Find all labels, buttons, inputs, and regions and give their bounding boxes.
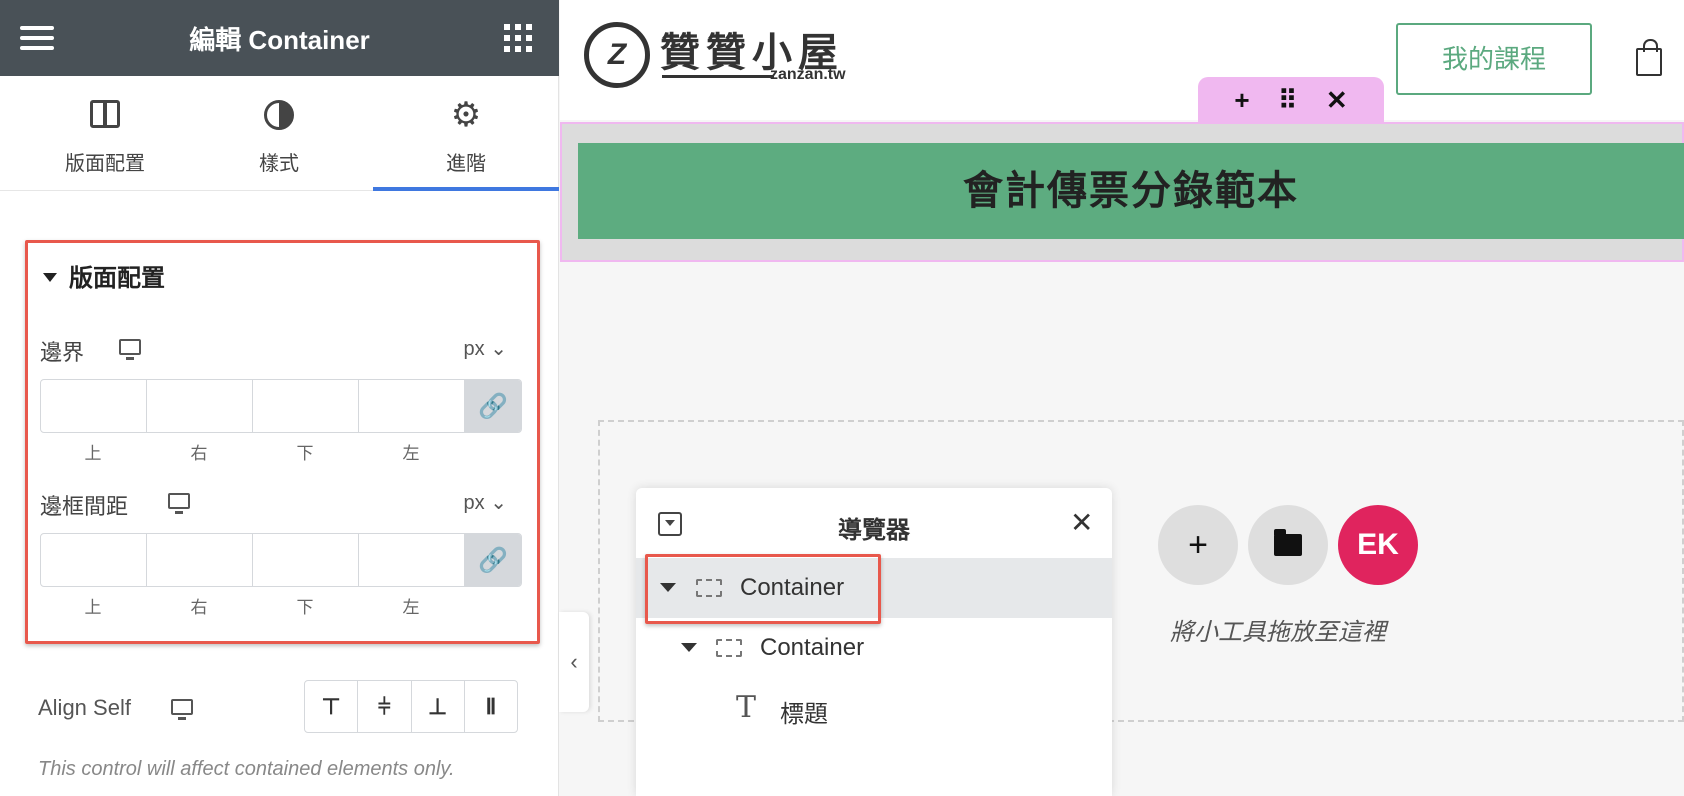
side-label: 上 [84,444,102,463]
collapse-panel-button[interactable]: ‹ [559,612,589,712]
panel-title: 編輯 Container [189,25,370,55]
container-icon [716,639,742,657]
margin-bottom-input[interactable] [253,380,359,432]
navigator-title: 導覽器 [838,517,910,544]
align-self-options: ⊤ ⫩ ⊥ Ⅱ [304,680,518,733]
navigator-item-label: 標題 [780,701,828,728]
padding-right-input[interactable] [147,534,253,586]
align-start-icon[interactable]: ⊤ [305,681,359,732]
unit-value: px [463,338,485,360]
logo-icon: Z [584,22,650,88]
template-library-button[interactable] [1248,505,1328,585]
unit-value: px [463,492,485,514]
close-icon[interactable]: ✕ [1326,85,1348,116]
margin-unit-select[interactable]: px ⌄ [464,336,507,361]
caret-down-icon[interactable] [681,643,697,652]
chevron-left-icon: ‹ [570,649,578,674]
section-toggle[interactable]: 版面配置 [43,258,165,293]
drop-zone-text: 將小工具拖放至這裡 [1170,619,1386,646]
align-stretch-icon[interactable]: Ⅱ [465,681,517,732]
navigator-panel: 導覽器 ✕ Container Container T 標題 [636,488,1112,796]
padding-side-labels: 上 右 下 左 [40,593,464,618]
link-values-icon[interactable]: 🔗 [465,534,521,586]
link-values-icon[interactable]: 🔗 [465,380,521,432]
drag-icon[interactable]: ⠿ [1278,85,1297,116]
site-logo-sub: zanzan.tw [770,66,846,83]
panel-header: 編輯 Container [0,0,559,76]
shopping-bag-icon[interactable] [1636,39,1662,76]
navigator-item[interactable]: T 標題 [636,678,1112,738]
padding-bottom-input[interactable] [253,534,359,586]
style-icon [264,100,294,130]
logo-underline [662,75,774,78]
layout-icon [90,100,120,128]
navigator-header: 導覽器 ✕ [636,488,1112,558]
side-label: 下 [296,598,314,617]
tab-style[interactable]: 樣式 [186,76,372,191]
padding-inputs: 🔗 [40,533,522,587]
padding-left-input[interactable] [359,534,465,586]
margin-inputs: 🔗 [40,379,522,433]
margin-label: 邊界 [40,340,85,365]
desktop-icon[interactable] [171,699,193,720]
folder-icon [1274,529,1302,556]
gear-icon: ⚙ [450,96,482,134]
margin-side-labels: 上 右 下 左 [40,439,464,464]
align-end-icon[interactable]: ⊥ [412,681,465,732]
tab-layout[interactable]: 版面配置 [12,76,198,191]
margin-top-input[interactable] [41,380,147,432]
margin-left-input[interactable] [359,380,465,432]
my-courses-button[interactable]: 我的課程 [1396,23,1592,95]
side-label: 右 [190,598,208,617]
side-label: 下 [296,444,314,463]
help-note: This control will affect contained eleme… [38,758,455,780]
add-icon[interactable]: + [1234,85,1249,116]
hero-heading[interactable]: 會計傳票分錄範本 [578,143,1684,239]
heading-icon: T [736,690,757,725]
tab-label: 版面配置 [65,153,145,175]
side-label: 上 [84,598,102,617]
align-self-label: Align Self [38,695,131,720]
plus-icon: + [1188,525,1208,564]
desktop-icon[interactable] [119,339,141,360]
padding-top-input[interactable] [41,534,147,586]
padding-unit-select[interactable]: px ⌄ [464,490,507,515]
side-label: 左 [402,444,420,463]
navigator-item[interactable]: Container [636,618,1112,678]
section-title: 版面配置 [69,265,165,292]
ek-logo-icon: EK [1357,528,1399,561]
editor-panel: 編輯 Container 版面配置 樣式 ⚙ 進階 版面配置 邊界 px ⌄ 🔗 [0,0,559,796]
layout-section: 版面配置 邊界 px ⌄ 🔗 上 右 下 左 邊框間距 px ⌄ 🔗 上 右 下… [25,240,540,644]
close-icon[interactable]: ✕ [1070,506,1093,539]
side-label: 左 [402,598,420,617]
side-label: 右 [190,444,208,463]
tab-label: 樣式 [259,153,299,175]
margin-right-input[interactable] [147,380,253,432]
section-handle: + ⠿ ✕ [1198,77,1384,123]
caret-down-icon [43,273,57,283]
desktop-icon[interactable] [168,493,190,514]
widgets-grid-icon[interactable] [504,24,532,52]
add-section-button[interactable]: + [1158,505,1238,585]
align-center-icon[interactable]: ⫩ [358,681,412,732]
highlight-box [645,554,881,624]
tab-label: 進階 [446,153,486,175]
navigator-item-label: Container [760,634,865,661]
padding-label: 邊框間距 [40,494,129,519]
tab-advanced[interactable]: ⚙ 進階 [373,76,559,191]
elementskit-button[interactable]: EK [1338,505,1418,585]
panel-tabs: 版面配置 樣式 ⚙ 進階 [0,76,559,191]
